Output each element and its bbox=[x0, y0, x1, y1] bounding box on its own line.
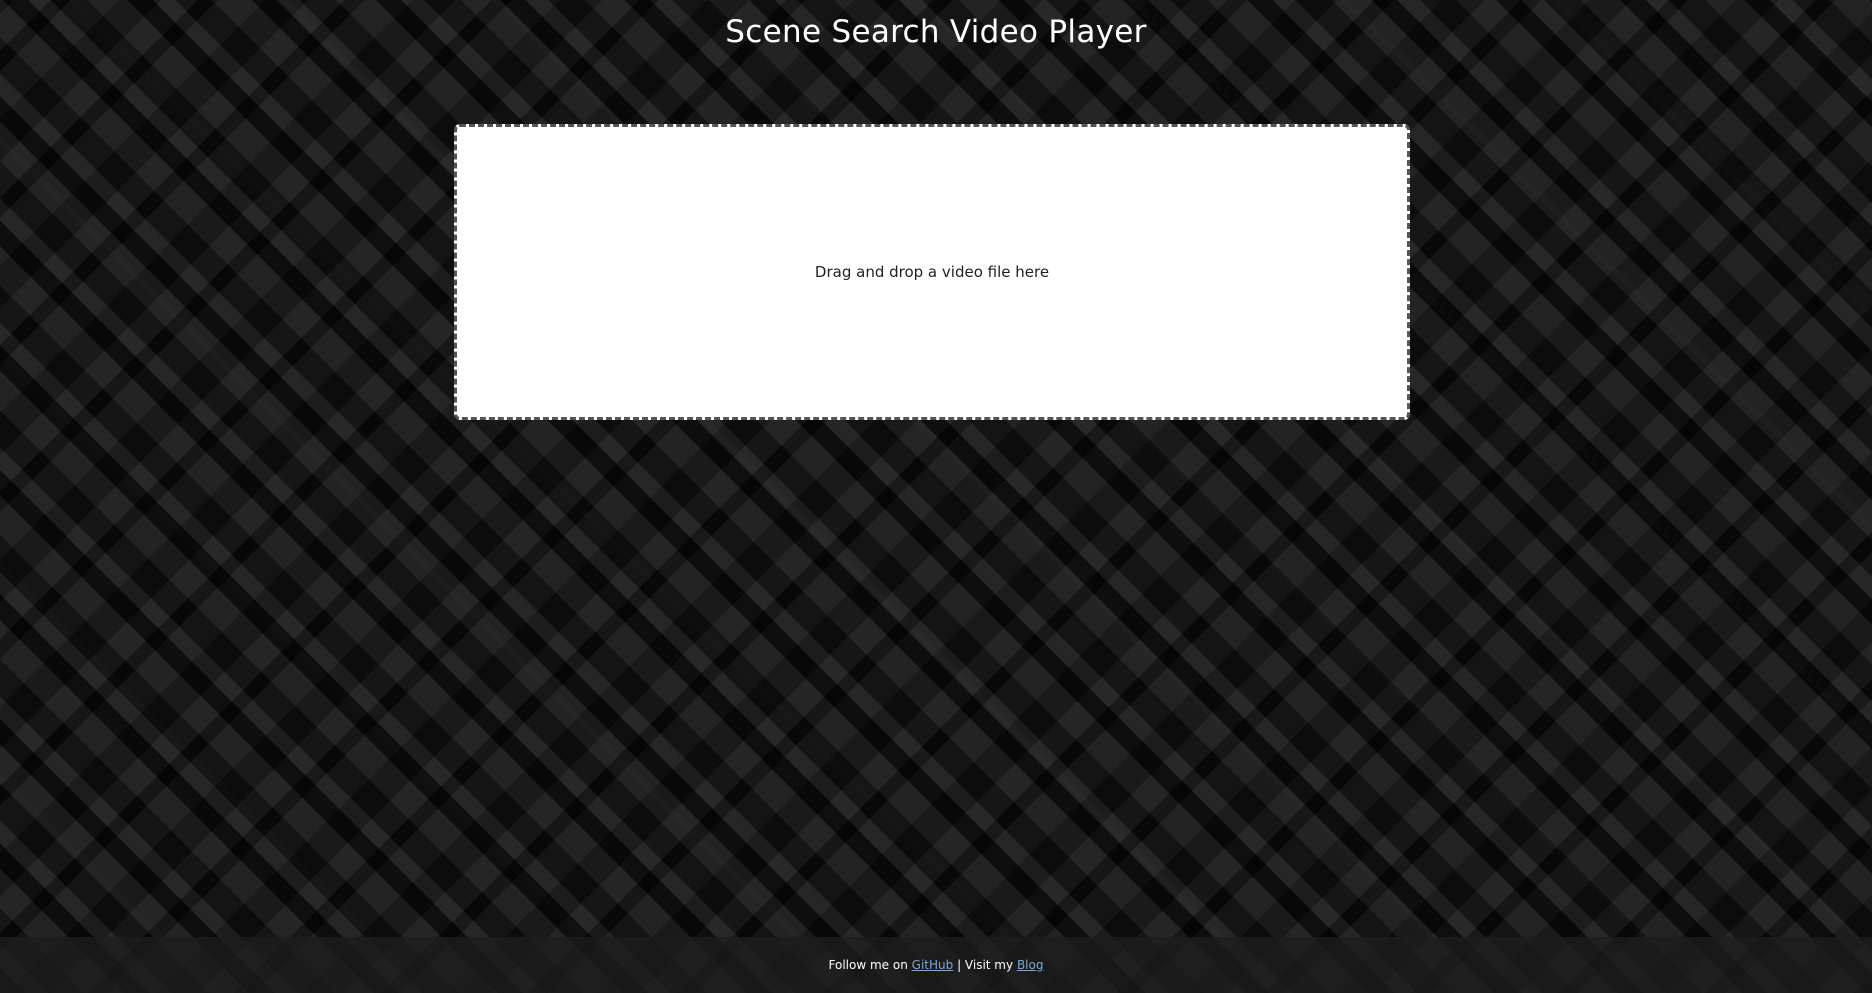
footer-separator-text: | Visit my bbox=[957, 958, 1014, 972]
github-link[interactable]: GitHub bbox=[912, 958, 954, 972]
video-drop-zone[interactable]: Drag and drop a video file here bbox=[454, 124, 1410, 420]
footer-follow-text: Follow me on bbox=[828, 958, 908, 972]
footer: Follow me on GitHub | Visit my Blog bbox=[0, 937, 1872, 993]
drop-zone-label: Drag and drop a video file here bbox=[814, 263, 1050, 281]
blog-link[interactable]: Blog bbox=[1017, 958, 1044, 972]
page-title: Scene Search Video Player bbox=[725, 14, 1147, 50]
